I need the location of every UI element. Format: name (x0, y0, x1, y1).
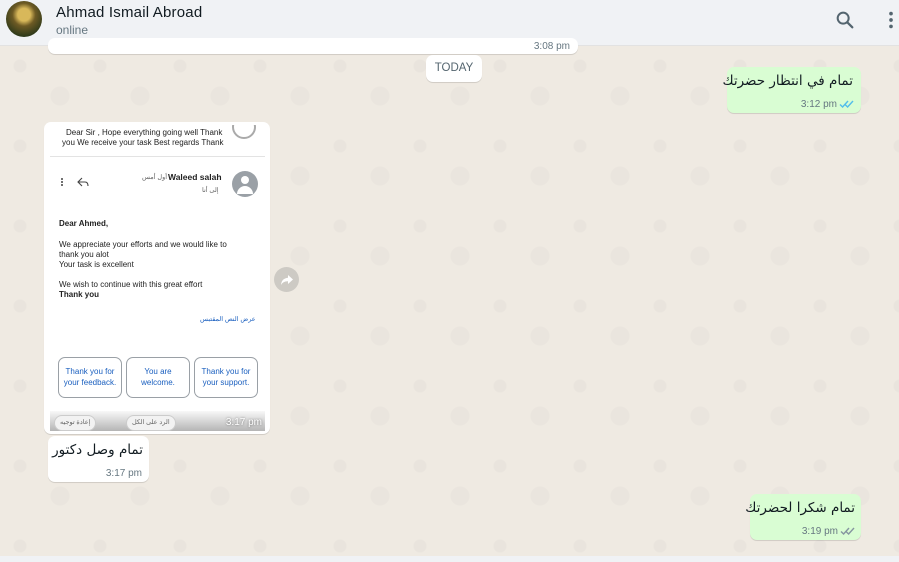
email-screenshot-image[interactable]: Dear Sir , Hope everything going well Th… (50, 125, 265, 431)
contact-name[interactable]: Ahmad Ismail Abroad (56, 4, 202, 21)
email-signoff: Thank you (59, 290, 100, 299)
sender-name: Waleed salah (168, 172, 222, 182)
email-preview-line: Dear Sir , Hope everything going well Th… (66, 128, 223, 137)
reply-all-pill: الرد على الكل (126, 415, 176, 431)
email-body-line: We appreciate your efforts and we would … (59, 240, 227, 249)
recipient-label: إلى أنا (202, 187, 219, 194)
smart-reply-chip: Thank you for your support. (194, 357, 258, 398)
date-divider: TODAY (426, 55, 482, 82)
message-text: تمام وصل دكتور (52, 442, 143, 458)
forward-media-button[interactable] (274, 267, 299, 292)
forward-pill: إعادة توجيه (54, 415, 97, 431)
message-text: تمام في انتظار حضرتك (722, 73, 853, 89)
sender-avatar (232, 171, 258, 197)
smart-reply-chip: You are welcome. (126, 357, 190, 398)
incoming-image-message[interactable]: Dear Sir , Hope everything going well Th… (44, 122, 270, 434)
previous-message-bubble[interactable]: 3:08 pm (48, 38, 578, 54)
contact-avatar[interactable] (6, 1, 42, 37)
message-text: تمام شكرا لحضرتك (745, 500, 855, 516)
message-time: 3:19 pm (801, 526, 838, 537)
read-double-check-icon (839, 100, 854, 109)
email-body-line: We wish to continue with this great effo… (59, 280, 203, 289)
search-icon[interactable] (834, 9, 856, 31)
show-quoted-text-link: عرض النص المقتبس (200, 316, 256, 323)
sent-date: أول أمس (142, 174, 168, 181)
email-body-line: thank you alot (59, 250, 109, 259)
email-body-line: Your task is excellent (59, 260, 134, 269)
message-time: 3:08 pm (533, 41, 570, 52)
message-time: 3:17 pm (225, 417, 262, 428)
outgoing-message[interactable]: تمام في انتظار حضرتك 3:12 pm (722, 67, 861, 113)
outgoing-message[interactable]: تمام شكرا لحضرتك 3:19 pm (745, 494, 861, 540)
kebab-menu-icon[interactable] (880, 9, 899, 31)
composer-edge (0, 556, 899, 562)
reply-icon (77, 177, 89, 187)
email-greeting: Dear Ahmed, (59, 219, 109, 228)
message-time: 3:17 pm (105, 468, 142, 479)
delivered-double-check-icon (840, 527, 855, 536)
incoming-message[interactable]: تمام وصل دكتور 3:17 pm (48, 436, 149, 482)
more-options-icon (61, 178, 63, 186)
email-preview-line: you We receive your task Best regards Th… (62, 138, 224, 147)
contact-status: online (56, 23, 89, 37)
message-time: 3:12 pm (800, 99, 837, 110)
forward-arrow-icon (280, 274, 293, 285)
smart-reply-chip: Thank you for your feedback. (58, 357, 122, 398)
